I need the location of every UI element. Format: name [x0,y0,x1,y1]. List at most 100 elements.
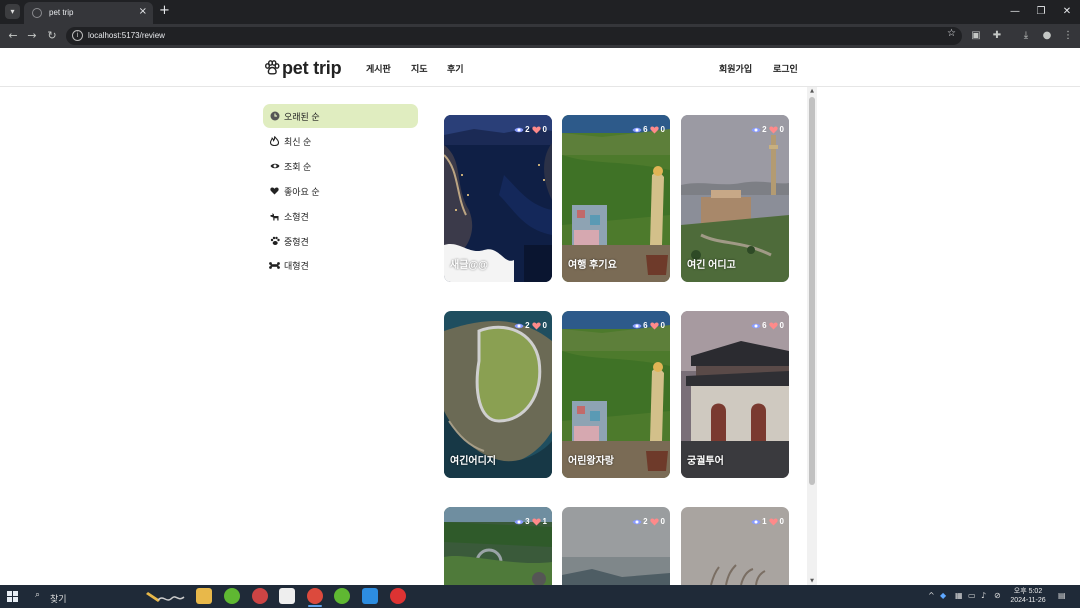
review-card[interactable]: 2 0 여긴 어디고 [681,115,789,282]
volume-icon[interactable]: ♪ [981,591,986,600]
logo[interactable]: pet trip [264,57,342,79]
site-header: pet trip 게시판 지도 후기 회원가입 로그인 [0,48,1080,87]
notification-icon[interactable]: ▤ [1058,591,1066,600]
sidebar-item-label: 조회 순 [284,161,312,172]
nav-signup[interactable]: 회원가입 [719,62,752,75]
minimize-button[interactable]: — [1004,4,1026,20]
fire-icon [269,136,280,147]
windows-start-icon[interactable] [5,589,20,604]
scrollbar-thumb[interactable] [809,97,815,485]
like-count-icon [649,518,659,525]
tray-network-icon[interactable]: ▦ [955,591,963,600]
download-icon[interactable]: ⤓ [1018,28,1034,44]
spring-tool-icon[interactable] [334,588,350,604]
sidebar-item-likes[interactable]: 좋아요 순 [263,179,418,203]
menu-icon[interactable]: ⋮ [1060,28,1076,44]
profile-icon[interactable]: ● [1039,28,1055,44]
notion-icon[interactable] [279,588,295,604]
view-count-icon [751,519,761,524]
chrome-icon[interactable] [307,588,323,604]
sidebar-item-oldest[interactable]: 오래된 순 [263,104,418,128]
nav-board[interactable]: 게시판 [366,62,391,75]
card-title: 어린왕자랑 [568,456,614,467]
sidebar-item-large-dog[interactable]: 대형견 [263,253,418,277]
view-count-icon [632,127,642,132]
address-bar[interactable]: i localhost:5173/review ☆ [66,27,962,45]
like-count: 0 [660,125,665,134]
card-stats: 2 0 [514,321,547,330]
taskbar-search[interactable]: ⌕ 찾기 [27,588,185,605]
close-window-button[interactable]: ✕ [1056,4,1078,20]
review-card[interactable]: 2 0 여긴어디지 [444,311,552,478]
back-icon[interactable]: ← [5,28,21,44]
review-card[interactable]: 6 0 여행 후기요 [562,115,670,282]
tray-status-icon[interactable]: ⊘ [994,591,1001,600]
tray-chevron-icon[interactable]: ^ [928,591,935,600]
like-count-icon [768,518,778,525]
like-count-icon [531,518,541,525]
spring-icon[interactable] [224,588,240,604]
pencil-doodle-icon [146,592,185,602]
tab-search-icon[interactable]: ▾ [5,4,20,19]
nav-map[interactable]: 지도 [411,62,428,75]
nav-login[interactable]: 로그인 [773,62,798,75]
like-count: 0 [779,321,784,330]
reload-icon[interactable]: ↻ [44,28,60,44]
tray-app-icon[interactable]: ◆ [940,591,946,600]
maximize-button[interactable]: ❐ [1030,4,1052,20]
card-stats: 2 0 [632,517,665,526]
like-count: 1 [542,517,547,526]
nav-review[interactable]: 후기 [447,62,464,75]
app-icon[interactable] [252,588,268,604]
view-count: 2 [643,517,648,526]
like-count-icon [768,126,778,133]
like-count: 0 [660,321,665,330]
view-count: 2 [525,125,530,134]
small-dog-icon [269,211,280,222]
browser-tab[interactable]: pet trip × [24,2,153,24]
star-icon[interactable]: ☆ [947,28,956,39]
like-count-icon [531,126,541,133]
scroll-up-icon[interactable]: ▲ [808,88,816,94]
new-tab-button[interactable]: + [159,4,170,18]
card-stats: 1 0 [751,517,784,526]
sidebar-item-newest[interactable]: 최신 순 [263,129,418,153]
sidebar-icon[interactable]: ▣ [968,28,984,44]
taskbar-clock[interactable]: 오후 5:02 2024-11-26 [1008,587,1048,605]
page-scrollbar[interactable]: ▲ ▼ [807,87,817,585]
sidebar-item-medium-dog[interactable]: 중형견 [263,229,418,253]
view-count-icon [751,127,761,132]
review-card[interactable]: 6 0 궁궐투어 [681,311,789,478]
card-title: 새글@@ [450,260,488,271]
url-text[interactable]: localhost:5173/review [88,31,165,40]
view-count: 2 [762,125,767,134]
review-card[interactable]: 1 0 [681,507,789,585]
tab-close-icon[interactable]: × [139,6,147,18]
extensions-icon[interactable]: ✚ [989,28,1005,44]
file-explorer-icon[interactable] [196,588,212,604]
view-count-icon [514,519,524,524]
review-card[interactable]: 6 0 어린왕자랑 [562,311,670,478]
card-stats: 2 0 [514,125,547,134]
review-card[interactable]: 3 1 [444,507,552,585]
tray-display-icon[interactable]: ▭ [968,591,976,600]
sidebar-item-label: 중형견 [284,236,309,247]
card-stats: 2 0 [751,125,784,134]
like-count-icon [768,322,778,329]
view-count-icon [514,323,524,328]
view-count-icon [751,323,761,328]
review-card[interactable]: 2 0 [562,507,670,585]
info-icon[interactable]: i [72,30,83,41]
view-count-icon [632,519,642,524]
review-card[interactable]: 2 0 새글@@ [444,115,552,282]
paw-logo-icon [265,60,280,75]
taskbar-search-text: 찾기 [50,594,67,604]
vscode-icon[interactable] [362,588,378,604]
view-count: 3 [525,517,530,526]
forward-icon[interactable]: → [24,28,40,44]
sidebar-item-small-dog[interactable]: 소형견 [263,204,418,228]
recorder-icon[interactable] [390,588,406,604]
sidebar-item-views[interactable]: 조회 순 [263,154,418,178]
scroll-down-icon[interactable]: ▼ [808,578,816,584]
clock-time: 오후 5:02 [1013,588,1043,595]
